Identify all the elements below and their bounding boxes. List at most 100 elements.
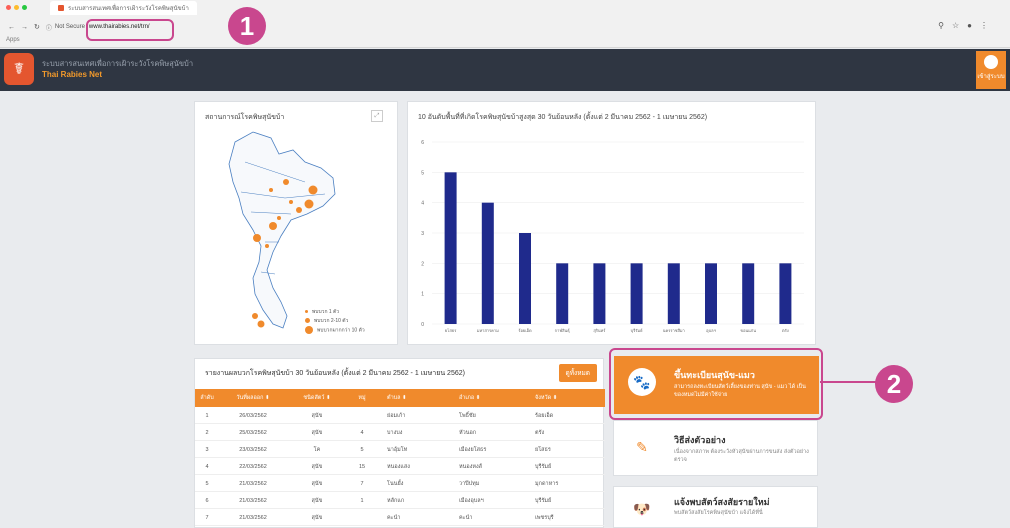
legend-label: พบบวก 1 ตัว [312, 309, 340, 315]
column-header[interactable]: ชนิดสัตว์ ⬍ [287, 394, 347, 402]
maximize-window-icon[interactable] [22, 5, 27, 10]
table-row[interactable]: 3 23/03/2562 โค 5 นาอุ้มโท เมืองยโสธร ยโสธร [195, 442, 605, 458]
table-cell: ตรัง [535, 429, 545, 436]
column-header[interactable]: จังหวัด ⬍ [527, 394, 605, 402]
tab-bar: ระบบสารสนเทศเพื่อการเฝ้าระวังโรคพิษสุนัข… [0, 0, 1010, 15]
table-cell: หลักแก [387, 497, 405, 504]
star-icon[interactable]: ☆ [952, 21, 967, 30]
x-tick-label: ตรัง [782, 328, 789, 333]
table-cell: สุนัข [311, 463, 323, 470]
chart-card: 10 อันดับพื้นที่ที่เกิดโรคพิษสุนัขบ้าสูง… [407, 101, 816, 345]
table-cell: สุนัข [311, 429, 323, 436]
back-icon[interactable]: ← [8, 24, 21, 31]
table-cell: ย่อมเก้า [387, 412, 406, 419]
table-cell: นาอุ้มโท [387, 446, 408, 453]
register-highlight-box [609, 348, 823, 420]
bar[interactable] [667, 263, 680, 324]
table-cell: หนองหงส์ [459, 463, 483, 470]
table-cell: บุรีรัมย์ [535, 497, 552, 504]
site-header: ☤ ระบบสารสนเทศเพื่อการเฝ้าระวังโรคพิษสุน… [0, 49, 1010, 91]
cases-table-card: รายงานผลบวกโรคพิษสุนัขบ้า 30 วันย้อนหลัง… [194, 358, 605, 528]
table-cell: 25/03/2562 [239, 429, 267, 436]
bar[interactable] [519, 233, 531, 324]
table-cell: 4 [205, 463, 209, 470]
site-title[interactable]: Thai Rabies Net [42, 70, 102, 79]
report-animal-card[interactable]: 🐶 แจ้งพบสัตว์สงสัยรายใหม่ พบสัตว์สงสัยโร… [613, 486, 818, 528]
connector-line [820, 381, 876, 383]
minimize-window-icon[interactable] [14, 5, 19, 10]
table-cell: โพธิ์ชัย [459, 412, 476, 419]
table-row[interactable]: 6 21/03/2562 สุนัข 1 หลักแก เมืองอุบลฯ บุรีรัม… [195, 493, 605, 509]
table-cell: หัวนอก [459, 429, 477, 436]
legend-item-large: พบบวกมากกว่า 10 ตัว [305, 326, 365, 335]
top10-bar-chart: 0 1 2 3 4 5 6 ยโสธร มหาสารคาม ร้อยเอ็ด กาฬสินธุ์ สุ… [421, 140, 804, 334]
table-cell: 3 [205, 446, 209, 453]
bar[interactable] [593, 263, 606, 324]
thailand-map[interactable] [195, 102, 399, 346]
table-cell: 21/03/2562 [239, 497, 267, 504]
bar[interactable] [556, 263, 569, 324]
bar[interactable] [481, 202, 494, 324]
table-cell: 5 [360, 446, 364, 453]
column-header[interactable]: ลำดับ [195, 394, 219, 402]
table-cell: เมืองยโสธร [459, 446, 487, 453]
url-highlight-box [86, 19, 174, 41]
search-icon[interactable]: ⚲ [938, 21, 952, 30]
table-cell: 2 [205, 429, 209, 436]
site-logo[interactable]: ☤ [4, 53, 34, 85]
table-row[interactable]: 4 22/03/2562 สุนัข 15 หนองแสง หนองหงส์ บุรีรัม… [195, 459, 605, 475]
bar[interactable] [630, 263, 643, 324]
y-tick-label: 4 [421, 201, 424, 207]
table-cell: 22/03/2562 [239, 463, 267, 470]
legend-item-medium: พบบวก 2-10 ตัว [305, 317, 365, 326]
table-row[interactable]: 5 21/03/2562 สุนัข 7 โนนยั้ง วาปีปทุม มุกดาหาร [195, 476, 605, 492]
favicon-icon [58, 4, 64, 11]
login-button[interactable]: เข้าสู่ระบบ [976, 51, 1006, 89]
column-header[interactable]: วันที่ผลออก ⬍ [219, 394, 287, 402]
table-cell: เมืองอุบลฯ [459, 497, 484, 504]
bookmark-apps[interactable]: Apps [6, 37, 20, 43]
feature-title: แจ้งพบสัตว์สงสัยรายใหม่ [674, 497, 770, 507]
column-header[interactable]: หมู่ [347, 394, 377, 402]
y-tick-label: 5 [421, 170, 424, 176]
forward-icon[interactable]: → [21, 24, 34, 31]
view-all-button[interactable]: ดูทั้งหมด [558, 364, 597, 382]
table-cell: เพชรบุรี [535, 514, 554, 521]
table-cell: 26/03/2562 [239, 412, 267, 419]
reload-icon[interactable]: ↻ [34, 24, 46, 31]
x-tick-label: สุรินทร์ [593, 328, 606, 334]
menu-icon[interactable]: ⋮ [980, 21, 996, 30]
case-marker [265, 244, 269, 248]
bar[interactable] [705, 263, 717, 324]
x-tick-label: ยโสธร [445, 328, 457, 333]
case-marker [308, 185, 318, 195]
table-row[interactable]: 1 26/03/2562 สุนัข ย่อมเก้า โพธิ์ชัย ร้อยเอ็ด [195, 408, 605, 424]
bar[interactable] [444, 172, 457, 324]
table-cell: ร้อยเอ็ด [535, 412, 554, 419]
table-cell: โนนยั้ง [387, 480, 404, 487]
sample-method-card[interactable]: ✎ วิธีส่งตัวอย่าง เนื่องจากสภาพ ต้องระวั… [613, 420, 818, 476]
column-header[interactable]: ตำบล ⬍ [377, 394, 451, 402]
table-row[interactable]: 7 21/03/2562 สุนัข คะนำ คะนำ เพชรบุรี [195, 510, 605, 526]
browser-tab[interactable]: ระบบสารสนเทศเพื่อการเฝ้าระวังโรคพิษสุนัข… [50, 0, 197, 15]
case-marker [304, 199, 314, 209]
browser-actions: ⚲☆●⋮ [938, 21, 996, 30]
table-cell: สุนัข [311, 412, 323, 419]
profile-icon[interactable]: ● [967, 21, 980, 30]
case-marker [296, 207, 302, 213]
table-cell: 1 [360, 497, 364, 504]
bar[interactable] [742, 263, 755, 324]
table-cell: ยโสธร [535, 446, 551, 453]
table-cell: 21/03/2562 [239, 480, 267, 487]
map-region-outline [228, 131, 336, 329]
column-header[interactable]: อำเภอ ⬍ [451, 394, 527, 402]
legend-item-small: พบบวก 1 ตัว [305, 308, 365, 317]
info-icon[interactable]: ⓘ [46, 23, 52, 32]
login-label: เข้าสู่ระบบ [977, 74, 1005, 80]
close-window-icon[interactable] [6, 5, 11, 10]
user-icon [984, 55, 998, 69]
tab-title: ระบบสารสนเทศเพื่อการเฝ้าระวังโรคพิษสุนัข… [68, 5, 189, 12]
bar[interactable] [779, 263, 792, 324]
table-row[interactable]: 2 25/03/2562 สุนัข 4 บางบง หัวนอก ตรัง [195, 425, 605, 441]
feature-desc: พบสัตว์สงสัยโรคพิษสุนัขบ้า แจ้งได้ที่นี่ [674, 510, 763, 516]
